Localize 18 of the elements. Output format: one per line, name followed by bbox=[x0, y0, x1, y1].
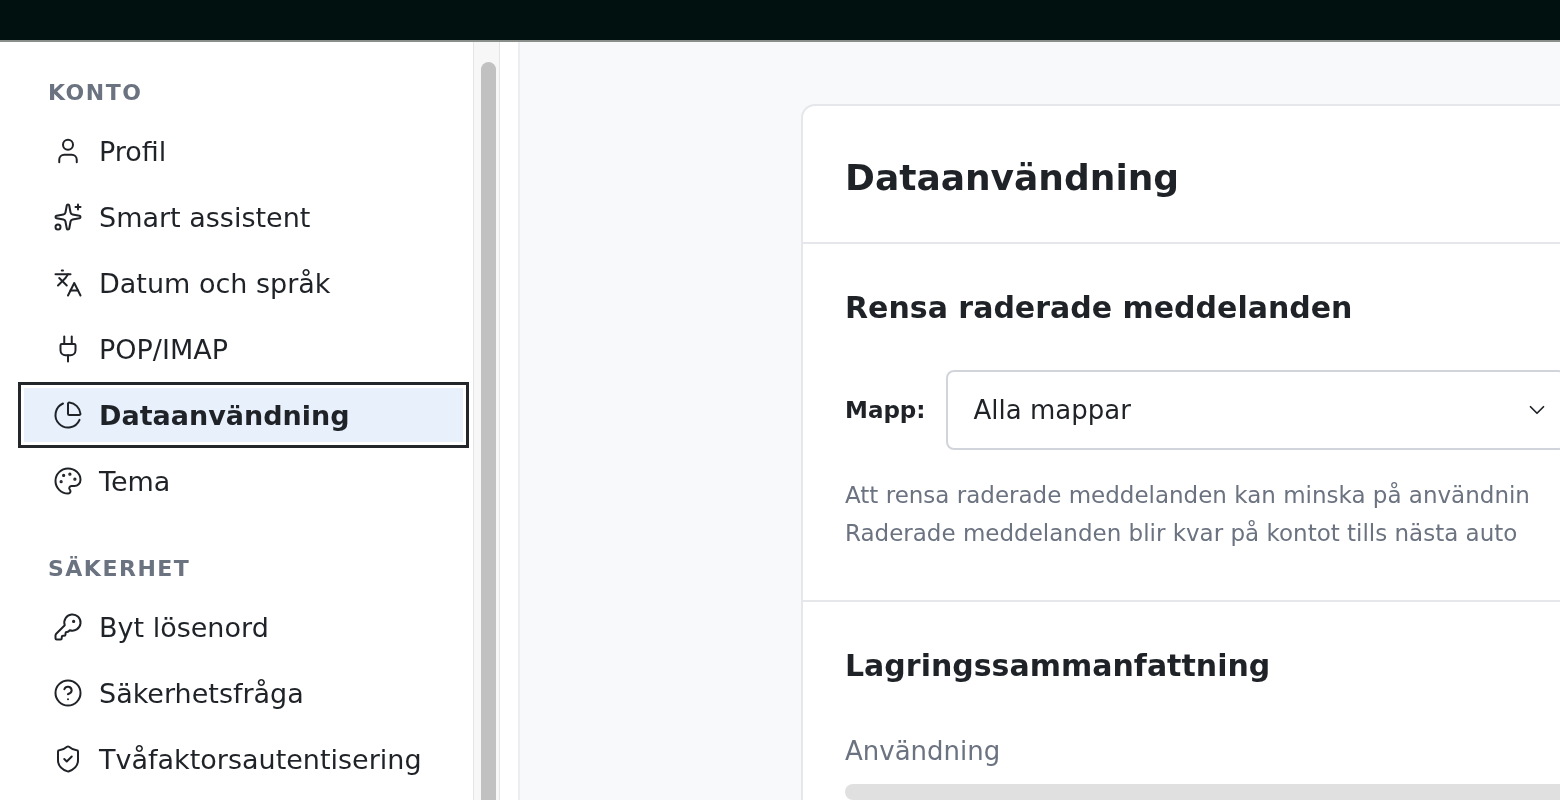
field-label: Mapp: bbox=[845, 397, 926, 423]
section-heading: KONTO bbox=[47, 79, 144, 107]
usage-label: Användning bbox=[845, 736, 1002, 766]
sidebar-item[interactable]: POP/IMAP bbox=[18, 316, 469, 382]
sidebar-item[interactable]: Tema bbox=[18, 448, 469, 514]
sidebar-item[interactable]: Profil bbox=[18, 118, 469, 184]
sidebar-item[interactable]: Säkerhetsfråga bbox=[18, 660, 469, 726]
section-title: Rensa raderade meddelanden bbox=[845, 289, 1354, 327]
folder-select[interactable]: Alla mappar bbox=[945, 370, 1560, 450]
sidebar-item[interactable]: Dataanvändning bbox=[18, 382, 469, 448]
sidebar-item[interactable]: Smart assistent bbox=[18, 184, 469, 250]
section-heading: SÄKERHET bbox=[47, 555, 192, 583]
sidebar-item[interactable]: Datum och språk bbox=[18, 250, 469, 316]
section-title: Lagringssammanfattning bbox=[845, 647, 1272, 685]
page-title: Dataanvändning bbox=[803, 106, 1560, 244]
help-text: Att rensa raderade meddelanden kan minska på användnin Raderade meddelanden blir kvar på kontot tills nästa auto bbox=[845, 481, 1531, 548]
sidebar-item[interactable]: Byt lösenord bbox=[18, 594, 469, 660]
sidebar-item[interactable]: Tvåfaktorsautentisering bbox=[18, 726, 469, 792]
